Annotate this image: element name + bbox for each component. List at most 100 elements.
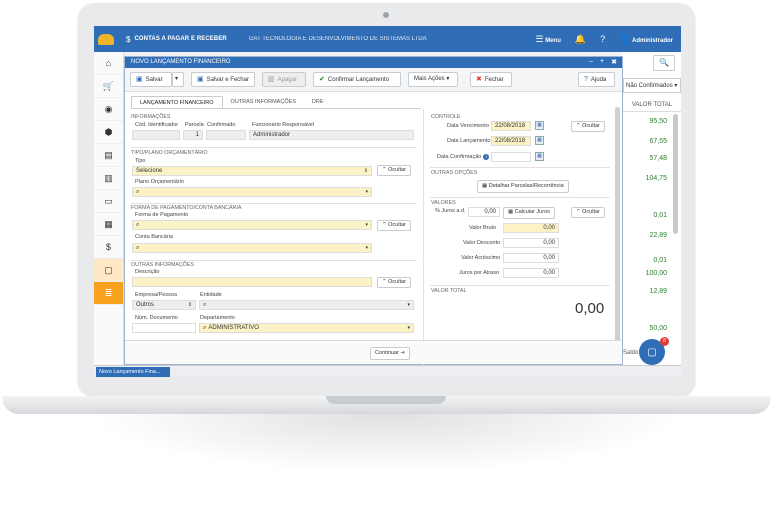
arrow-right-icon: ➜ <box>400 350 405 356</box>
lancamento-field[interactable]: 22/08/2018 <box>491 136 531 146</box>
plus-icon[interactable]: + <box>600 58 604 66</box>
juros-ad-field[interactable]: 0,00 <box>468 207 500 217</box>
calendar-icon[interactable]: ▦ <box>535 136 544 145</box>
hide-tipo-button[interactable]: ⌃ Ocultar <box>377 165 411 176</box>
building-icon[interactable]: ▥ <box>94 167 123 190</box>
section-valores: VALORES <box>431 200 456 206</box>
departamento-label: Departamento <box>200 315 235 321</box>
tab-lancamento[interactable]: LANÇAMENTO FINANCEIRO <box>131 96 223 108</box>
close-icon[interactable]: ✖ <box>611 58 617 66</box>
bruto-label: Valor Bruto <box>469 225 497 231</box>
save-button[interactable]: ▣ Salvar <box>130 72 172 87</box>
descricao-label: Descrição <box>135 269 160 275</box>
continue-button[interactable]: Continuar ➜ <box>370 347 410 360</box>
card-icon[interactable]: ▭ <box>94 190 123 213</box>
taskbar-item[interactable]: Novo Lançamento Fina... <box>96 367 170 377</box>
confirmacao-label: Data Confirmação i <box>437 154 490 160</box>
calendar-icon[interactable]: ▦ <box>535 121 544 130</box>
search-button[interactable]: 🔍 <box>653 55 675 71</box>
dollar-icon[interactable]: $ <box>94 236 123 259</box>
scrollbar[interactable] <box>673 114 678 234</box>
cod-field <box>132 130 180 140</box>
entidade-label: Entidade <box>200 292 222 298</box>
caret-updown-icon: ⇕ <box>187 302 192 308</box>
conta-field[interactable]: ⌕ ▾ <box>132 243 372 253</box>
chevron-up-icon: ⌃ <box>382 167 387 173</box>
floppy-icon: ▣ <box>197 76 204 83</box>
hide-pagamento-button[interactable]: ⌃ Ocultar <box>377 220 411 231</box>
departamento-field[interactable]: ⌕ ADMINISTRATIVO ▾ <box>199 323 414 333</box>
dialog-title-bar: NOVO LANÇAMENTO FINANCEIRO – + ✖ <box>125 57 622 68</box>
dialog-footer: Continuar ➜ <box>125 340 622 364</box>
save-options-dropdown[interactable]: ▾ <box>172 72 184 87</box>
num-doc-label: Núm. Documento <box>135 315 178 321</box>
section-outras: OUTRAS INFORMAÇÕES <box>131 262 194 268</box>
bell-icon[interactable]: 🔔 <box>575 34 586 45</box>
chevron-up-icon: ⌃ <box>576 209 581 215</box>
plano-field[interactable]: ⌕ ▾ <box>132 187 372 197</box>
hide-outras-button[interactable]: ⌃ Ocultar <box>377 277 411 288</box>
home-icon[interactable]: ⌂ <box>94 52 123 75</box>
empresa-select[interactable]: Outros ⇕ <box>132 300 196 310</box>
detalhar-parcelas-button[interactable]: ▦ Detalhar Parcelas/Recorrência <box>477 180 569 193</box>
bruto-field[interactable]: 0,00 <box>503 223 559 233</box>
total-value: 0,00 <box>575 300 605 317</box>
help-button[interactable]: ? Ajuda <box>578 72 615 87</box>
eye-icon[interactable]: ◉ <box>94 98 123 121</box>
minimize-icon[interactable]: – <box>589 58 593 66</box>
acrescimo-field[interactable]: 0,00 <box>503 253 559 263</box>
acrescimo-label: Valor Acréscimo <box>461 255 501 261</box>
divider <box>430 285 610 286</box>
sidebar: ⌂ 🛒 ◉ ⬢ ▤ ▥ ▭ ▦ $ ▢ ≣ <box>94 52 124 365</box>
hide-controle-button[interactable]: ⌃ Ocultar <box>571 121 605 132</box>
caret-down-icon: ▾ <box>365 245 368 251</box>
save-close-button[interactable]: ▣ Salvar e Fechar <box>191 72 255 87</box>
hide-valores-button[interactable]: ⌃ Ocultar <box>571 207 605 218</box>
list-value: 50,00 <box>649 325 667 332</box>
vencimento-field[interactable]: 22/08/2018 <box>491 121 531 131</box>
section-informacoes: INFORMAÇÕES <box>131 114 171 120</box>
num-doc-field[interactable] <box>132 323 196 333</box>
caret-down-icon: ▾ <box>407 325 410 331</box>
tab-dre[interactable]: DRE <box>304 96 332 108</box>
atraso-label: Juros por Atraso <box>459 270 500 276</box>
cart-icon[interactable]: 🛒 <box>94 75 123 98</box>
confirmacao-field[interactable] <box>491 152 531 162</box>
search-icon: ⌕ <box>136 245 140 251</box>
company-name: GAT TECNOLOGIA E DESENVOLVIMENTO DE SIST… <box>248 36 427 42</box>
entidade-field[interactable]: ⌕ ▾ <box>199 300 414 310</box>
menu-button[interactable]: ☰ Menu <box>535 34 560 45</box>
tab-outras-informacoes[interactable]: OUTRAS INFORMAÇÕES <box>223 96 304 108</box>
list-value: 104,75 <box>645 175 667 182</box>
dollar-icon: $ <box>126 34 131 44</box>
list-icon[interactable]: ≣ <box>94 282 123 305</box>
confirmado-label: Confirmado <box>207 122 236 128</box>
confirm-entry-button[interactable]: ✔ Confirmar Lançamento <box>313 72 401 87</box>
delete-button[interactable]: ▥ Apagar <box>262 72 306 87</box>
user-menu[interactable]: 👤 Administrador <box>619 34 673 45</box>
help-icon[interactable]: ? <box>600 34 605 44</box>
calendar-icon[interactable]: ▦ <box>535 152 544 161</box>
desconto-field[interactable]: 0,00 <box>503 238 559 248</box>
chart-icon[interactable]: ▦ <box>94 213 123 236</box>
close-button[interactable]: ✖ Fechar <box>470 72 512 87</box>
tipo-select[interactable]: Selecione ⇕ <box>132 166 372 176</box>
vencimento-label: Data Vencimento <box>447 123 489 129</box>
divider <box>430 197 610 198</box>
register-icon[interactable]: ▤ <box>94 144 123 167</box>
calcular-juros-button[interactable]: ▦ Calcular Juros <box>503 207 555 219</box>
descricao-field[interactable] <box>132 277 372 287</box>
more-actions-button[interactable]: Mais Ações ▾ <box>408 72 458 87</box>
search-icon: ⌕ <box>136 222 140 228</box>
saldo-label: Saldo: <box>623 350 641 356</box>
dialog-toolbar: ▣ Salvar ▾ ▣ Salvar e Fechar ▥ Apagar ✔ Conf… <box>125 68 622 92</box>
forma-field[interactable]: ⌕ ▾ <box>132 220 372 230</box>
status-filter-select[interactable]: Não Confirmados ▾ <box>623 78 681 93</box>
top-bar-actions: ☰ Menu 🔔 ? 👤 Administrador <box>535 26 673 52</box>
list-value: 95,50 <box>649 118 667 125</box>
atraso-field[interactable]: 0,00 <box>503 268 559 278</box>
dialog-scrollbar[interactable] <box>615 107 620 347</box>
caret-down-icon: ▾ <box>365 189 368 195</box>
folder-icon[interactable]: ▢ <box>94 259 123 282</box>
box-icon[interactable]: ⬢ <box>94 121 123 144</box>
